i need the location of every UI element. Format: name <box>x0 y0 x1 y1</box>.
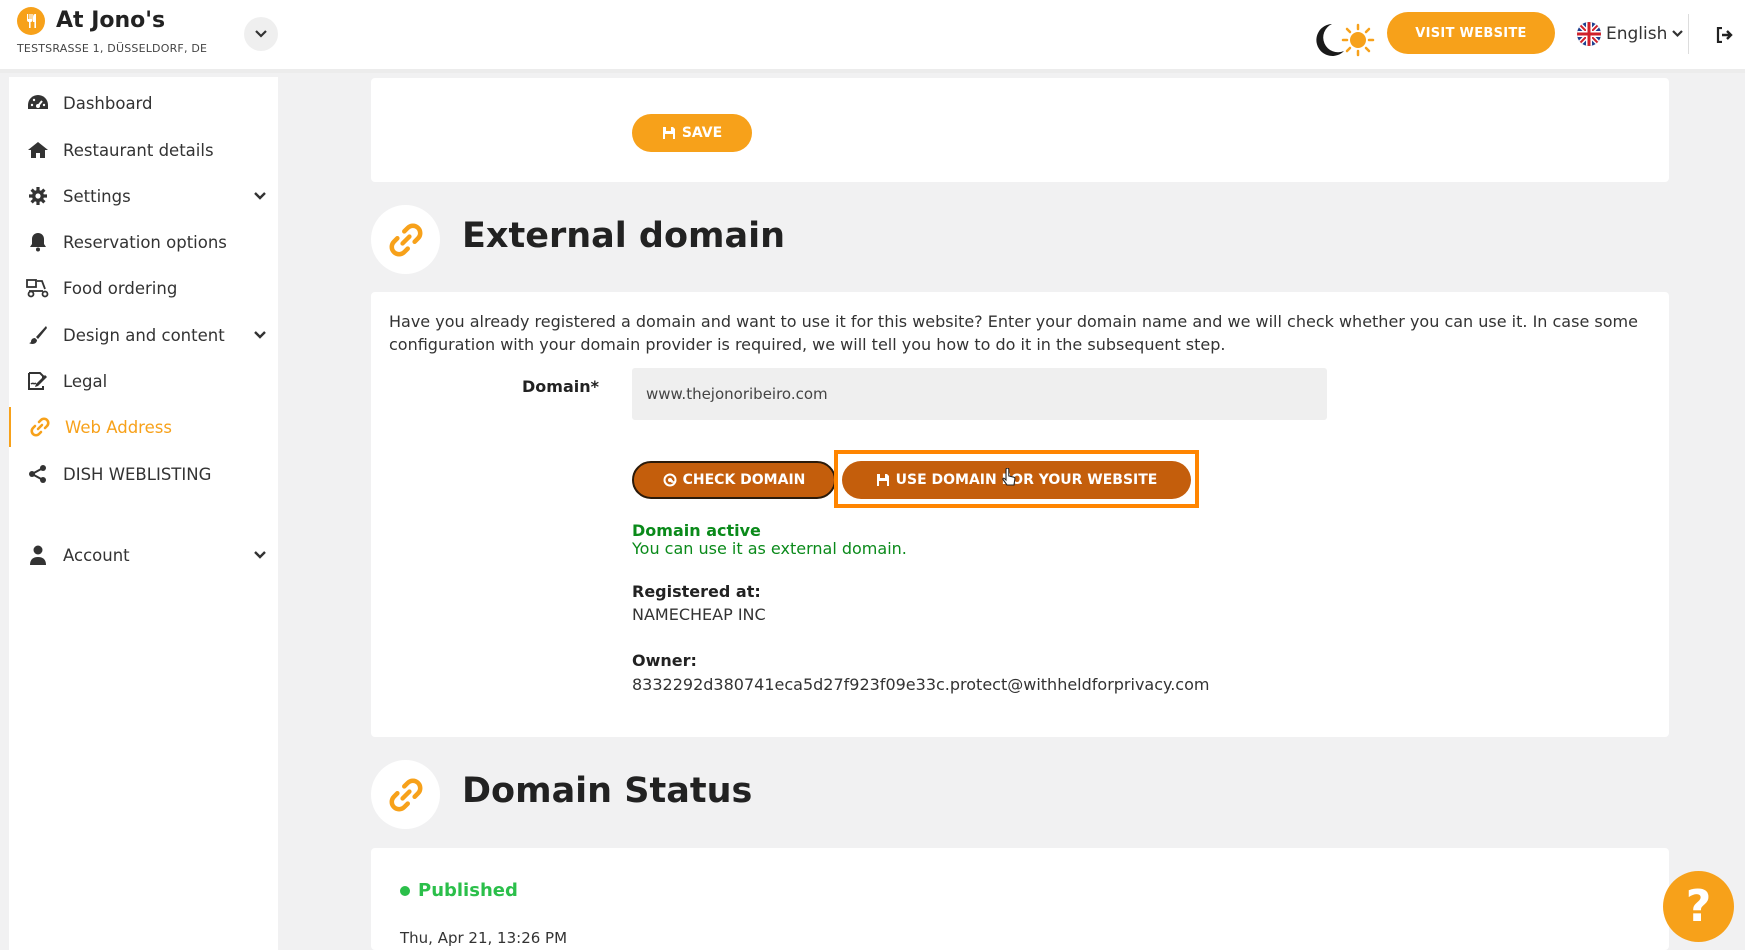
section-title-domain-status: Domain Status <box>462 771 753 811</box>
sidebar-item-label: Restaurant details <box>63 140 214 160</box>
moon-icon <box>1316 24 1344 56</box>
restaurant-address: TESTSRASSE 1, DÜSSELDORF, DE <box>17 42 208 55</box>
owner-label: Owner: <box>632 651 697 670</box>
brush-icon <box>26 324 50 346</box>
domain-input[interactable] <box>632 368 1327 420</box>
restaurant-name: At Jono's <box>56 8 166 33</box>
link-icon <box>371 760 440 829</box>
gear-icon <box>26 185 50 207</box>
logout-icon <box>1716 27 1733 43</box>
sun-icon <box>1341 23 1375 57</box>
chevron-down-icon <box>255 30 267 38</box>
sidebar-item-label: Settings <box>63 186 131 206</box>
status-dot-icon <box>400 885 410 896</box>
registered-at-label: Registered at: <box>632 582 761 601</box>
published-date: Thu, Apr 21, 13:26 PM <box>400 929 568 947</box>
sidebar-item-restaurant-details[interactable]: Restaurant details <box>9 130 278 170</box>
check-domain-label: CHECK DOMAIN <box>682 472 806 488</box>
link-icon <box>28 416 52 438</box>
registered-at-value: NAMECHEAP INC <box>632 605 766 624</box>
domain-status-description: You can use it as external domain. <box>632 539 907 558</box>
owner-value: 8332292d380741eca5d27f923f09e33c.protect… <box>632 675 1210 694</box>
chevron-down-icon <box>252 188 268 204</box>
sidebar-item-account[interactable]: Account <box>9 535 278 575</box>
sidebar-item-label: Design and content <box>63 325 225 345</box>
sidebar: Dashboard Restaurant details Settings Re… <box>9 77 278 950</box>
share-icon <box>26 463 50 485</box>
help-button[interactable]: ? <box>1663 871 1734 942</box>
sidebar-item-dashboard[interactable]: Dashboard <box>9 83 278 123</box>
dashboard-icon <box>26 92 50 114</box>
at-sign-icon <box>663 473 677 487</box>
save-label: SAVE <box>681 125 723 141</box>
domain-label: Domain* <box>522 377 599 396</box>
hand-cursor-icon <box>1002 468 1016 486</box>
uk-flag-icon <box>1577 22 1601 46</box>
user-icon <box>26 544 50 566</box>
floppy-disk-icon <box>876 474 889 486</box>
external-domain-intro: Have you already registered a domain and… <box>389 312 1638 354</box>
chevron-down-icon <box>252 547 268 563</box>
use-domain-label: USE DOMAIN FOR YOUR WEBSITE <box>895 472 1158 488</box>
sidebar-item-dish-weblisting[interactable]: DISH WEBLISTING <box>9 454 278 494</box>
visit-website-button[interactable]: VISIT WEBSITE <box>1387 12 1555 54</box>
bell-icon <box>26 231 50 253</box>
sidebar-item-label: Food ordering <box>63 278 178 298</box>
chevron-down-icon <box>1672 30 1684 38</box>
settings-card <box>371 78 1669 182</box>
floppy-disk-icon <box>662 127 675 139</box>
chevron-down-icon <box>252 327 268 343</box>
scooter-icon <box>26 277 50 299</box>
link-icon <box>371 205 440 274</box>
logout-button[interactable] <box>1712 22 1738 48</box>
sidebar-item-reservation-options[interactable]: Reservation options <box>9 222 278 262</box>
check-domain-button[interactable]: CHECK DOMAIN <box>632 461 836 499</box>
home-icon <box>26 139 50 161</box>
sidebar-item-settings[interactable]: Settings <box>9 176 278 216</box>
sidebar-item-label: Legal <box>63 371 108 391</box>
sidebar-item-label: Reservation options <box>63 232 227 252</box>
sidebar-item-label: Dashboard <box>63 93 153 113</box>
header-divider <box>1688 14 1689 54</box>
sidebar-item-label: DISH WEBLISTING <box>63 464 212 484</box>
sidebar-item-food-ordering[interactable]: Food ordering <box>9 268 278 308</box>
language-selector[interactable]: English <box>1577 22 1684 46</box>
top-bar: At Jono's TESTSRASSE 1, DÜSSELDORF, DE V… <box>0 0 1745 73</box>
restaurant-logo-icon <box>17 7 45 35</box>
language-label: English <box>1606 24 1668 44</box>
section-title-external-domain: External domain <box>462 216 786 256</box>
sidebar-item-web-address[interactable]: Web Address <box>9 407 278 447</box>
domain-status-title: Domain active <box>632 521 761 540</box>
external-domain-card <box>371 292 1669 737</box>
restaurant-switcher-button[interactable] <box>244 17 278 51</box>
published-status: Published <box>400 880 518 901</box>
sidebar-item-label: Web Address <box>65 417 172 437</box>
sidebar-item-label: Account <box>63 545 130 565</box>
sidebar-item-legal[interactable]: Legal <box>9 361 278 401</box>
sidebar-item-design-and-content[interactable]: Design and content <box>9 315 278 355</box>
theme-toggle[interactable] <box>1308 20 1378 60</box>
signature-icon <box>26 370 50 392</box>
save-button[interactable]: SAVE <box>632 114 752 152</box>
published-label: Published <box>418 880 518 901</box>
